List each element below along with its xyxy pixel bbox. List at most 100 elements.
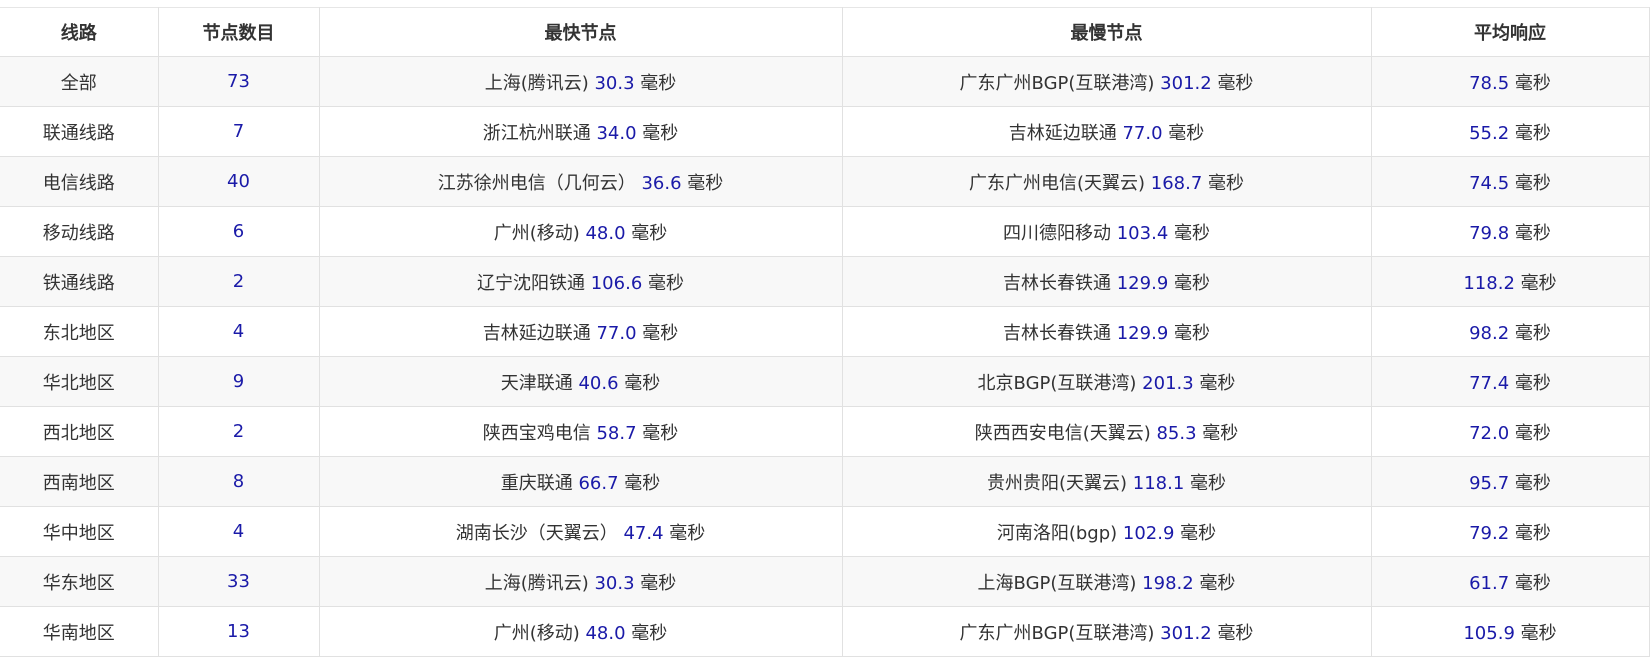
fastest-node-name: 江苏徐州电信（几何云）: [437, 172, 636, 194]
slowest-node-cell: 吉林长春铁通 129.9 毫秒: [841, 256, 1372, 307]
unit-label: 毫秒: [642, 322, 679, 344]
fastest-node-ms: 77.0: [596, 322, 637, 344]
unit-label: 毫秒: [631, 222, 668, 244]
unit-label: 毫秒: [1514, 572, 1551, 594]
line-name: 联通线路: [42, 122, 115, 144]
node-count: 7: [232, 121, 245, 142]
slowest-node-ms: 198.2: [1142, 572, 1194, 594]
fastest-node-cell: 上海(腾讯云) 30.3 毫秒: [318, 556, 843, 607]
fastest-node-cell: 湖南长沙（天翼云） 47.4 毫秒: [318, 506, 843, 557]
line-name: 移动线路: [42, 222, 115, 244]
node-count: 13: [227, 621, 250, 642]
unit-label: 毫秒: [1514, 472, 1551, 494]
average-response-ms: 98.2: [1469, 322, 1510, 344]
unit-label: 毫秒: [1199, 372, 1236, 394]
line-cell: 铁通线路: [0, 256, 159, 307]
node-count-cell: 2: [157, 256, 320, 307]
node-count: 2: [232, 421, 245, 442]
unit-label: 毫秒: [642, 422, 679, 444]
table-row: 联通线路 7 浙江杭州联通 34.0 毫秒 吉林延边联通 77.0 毫秒 55.2 毫秒: [0, 106, 1650, 157]
fastest-node-ms: 58.7: [596, 422, 637, 444]
line-name: 华中地区: [42, 522, 115, 544]
slowest-node-name: 吉林长春铁通: [1003, 272, 1111, 294]
table-row: 西北地区 2 陕西宝鸡电信 58.7 毫秒 陕西西安电信(天翼云) 85.3 毫秒 72…: [0, 406, 1650, 457]
slowest-node-name: 广东广州BGP(互联港湾): [959, 622, 1155, 644]
unit-label: 毫秒: [1514, 122, 1551, 144]
node-count: 6: [232, 221, 245, 242]
slowest-node-name: 北京BGP(互联港湾): [977, 372, 1137, 394]
unit-label: 毫秒: [631, 622, 668, 644]
node-count: 4: [232, 521, 245, 542]
line-cell: 华东地区: [0, 556, 159, 607]
unit-label: 毫秒: [1217, 72, 1254, 94]
slowest-node-ms: 129.9: [1116, 322, 1169, 344]
fastest-node-name: 湖南长沙（天翼云）: [455, 522, 618, 544]
line-cell: 电信线路: [0, 156, 159, 207]
slowest-node-ms: 102.9: [1122, 522, 1175, 544]
node-count: 2: [232, 271, 245, 292]
average-response-cell: 61.7 毫秒: [1370, 556, 1650, 607]
line-name: 华南地区: [42, 622, 115, 644]
unit-label: 毫秒: [1514, 522, 1551, 544]
fastest-node-ms: 36.6: [641, 172, 682, 194]
line-name: 华东地区: [42, 572, 115, 594]
node-count-cell: 40: [157, 156, 320, 207]
fastest-node-ms: 48.0: [585, 222, 626, 244]
fastest-node-ms: 30.3: [594, 572, 635, 594]
fastest-node-ms: 66.7: [578, 472, 619, 494]
unit-label: 毫秒: [1514, 372, 1551, 394]
table-row: 全部 73 上海(腾讯云) 30.3 毫秒 广东广州BGP(互联港湾) 301.2 毫…: [0, 56, 1650, 107]
fastest-node-cell: 陕西宝鸡电信 58.7 毫秒: [318, 406, 843, 457]
table-row: 华南地区 13 广州(移动) 48.0 毫秒 广东广州BGP(互联港湾) 301.2 …: [0, 606, 1650, 657]
average-response-cell: 79.8 毫秒: [1370, 206, 1650, 257]
fastest-node-name: 广州(移动): [493, 222, 580, 244]
slowest-node-ms: 301.2: [1160, 72, 1212, 94]
line-cell: 联通线路: [0, 106, 159, 157]
unit-label: 毫秒: [1202, 422, 1239, 444]
fastest-node-name: 天津联通: [500, 372, 573, 394]
node-count-cell: 73: [157, 56, 320, 107]
header-fastest-node: 最快节点: [318, 7, 843, 57]
slowest-node-ms: 301.2: [1160, 622, 1212, 644]
page: 线路 节点数目 最快节点 最慢节点 平均响应 全部 73 上海(腾讯云) 30.3 …: [0, 0, 1652, 664]
slowest-node-ms: 168.7: [1150, 172, 1203, 194]
line-cell: 移动线路: [0, 206, 159, 257]
node-count-cell: 9: [157, 356, 320, 407]
average-response-ms: 74.5: [1469, 172, 1510, 194]
node-count-cell: 33: [157, 556, 320, 607]
fastest-node-cell: 江苏徐州电信（几何云） 36.6 毫秒: [318, 156, 843, 207]
average-response-cell: 78.5 毫秒: [1370, 56, 1650, 107]
fastest-node-name: 重庆联通: [500, 472, 573, 494]
table-header: 线路 节点数目 最快节点 最慢节点 平均响应: [0, 7, 1650, 57]
fastest-node-name: 广州(移动): [493, 622, 580, 644]
line-name: 西北地区: [42, 422, 115, 444]
slowest-node-name: 上海BGP(互联港湾): [977, 572, 1137, 594]
unit-label: 毫秒: [1217, 622, 1254, 644]
fastest-node-cell: 重庆联通 66.7 毫秒: [318, 456, 843, 507]
line-cell: 华中地区: [0, 506, 159, 557]
slowest-node-name: 四川德阳移动: [1003, 222, 1111, 244]
slowest-node-ms: 77.0: [1122, 122, 1163, 144]
line-name: 华北地区: [42, 372, 115, 394]
unit-label: 毫秒: [1514, 422, 1551, 444]
table-row: 东北地区 4 吉林延边联通 77.0 毫秒 吉林长春铁通 129.9 毫秒 98.2 毫…: [0, 306, 1650, 357]
fastest-node-ms: 30.3: [594, 72, 635, 94]
fastest-node-cell: 天津联通 40.6 毫秒: [318, 356, 843, 407]
table-row: 电信线路 40 江苏徐州电信（几何云） 36.6 毫秒 广东广州电信(天翼云) 168…: [0, 156, 1650, 207]
slowest-node-cell: 北京BGP(互联港湾) 201.3 毫秒: [841, 356, 1372, 407]
slowest-node-cell: 四川德阳移动 103.4 毫秒: [841, 206, 1372, 257]
unit-label: 毫秒: [640, 572, 677, 594]
average-response-ms: 61.7: [1469, 572, 1510, 594]
line-name: 西南地区: [42, 472, 115, 494]
average-response-cell: 55.2 毫秒: [1370, 106, 1650, 157]
average-response-ms: 95.7: [1469, 472, 1510, 494]
line-cell: 东北地区: [0, 306, 159, 357]
node-count: 9: [232, 371, 245, 392]
slowest-node-cell: 河南洛阳(bgp) 102.9 毫秒: [841, 506, 1372, 557]
unit-label: 毫秒: [642, 122, 679, 144]
node-count-cell: 4: [157, 306, 320, 357]
fastest-node-ms: 40.6: [578, 372, 619, 394]
average-response-ms: 78.5: [1469, 72, 1510, 94]
unit-label: 毫秒: [1174, 222, 1210, 244]
average-response-cell: 77.4 毫秒: [1370, 356, 1650, 407]
